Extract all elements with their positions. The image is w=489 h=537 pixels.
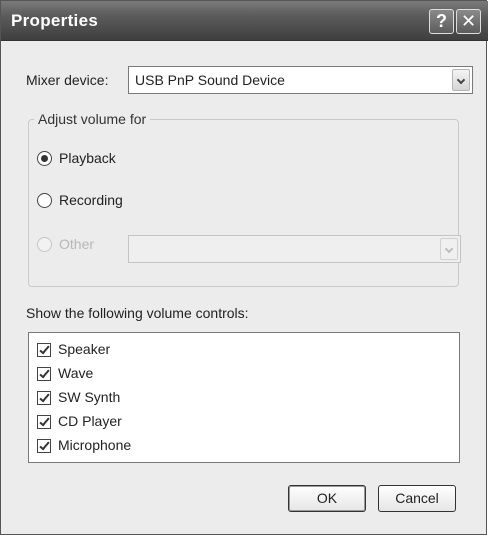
recording-label[interactable]: Recording xyxy=(59,192,123,208)
recording-radio[interactable] xyxy=(37,193,52,208)
speaker-checkbox[interactable] xyxy=(37,343,51,357)
playback-label[interactable]: Playback xyxy=(59,150,116,166)
close-button[interactable]: ✕ xyxy=(456,9,481,34)
cd-player-checkbox[interactable] xyxy=(37,415,51,429)
close-icon: ✕ xyxy=(460,11,477,31)
mixer-device-select[interactable]: USB PnP Sound Device xyxy=(128,66,473,94)
volume-controls-label: Show the following volume controls: xyxy=(26,305,249,321)
volume-controls-list[interactable]: Speaker Wave SW Synth CD Player Micropho… xyxy=(28,332,460,463)
ok-button[interactable]: OK xyxy=(288,485,366,512)
other-label: Other xyxy=(59,236,95,252)
title-bar[interactable]: Properties ? ✕ xyxy=(1,1,488,41)
wave-label[interactable]: Wave xyxy=(58,365,93,381)
properties-dialog: Properties ? ✕ Mixer device: USB PnP Sou… xyxy=(0,0,488,535)
chevron-down-icon[interactable] xyxy=(452,69,470,91)
mixer-device-value: USB PnP Sound Device xyxy=(135,72,285,88)
playback-radio[interactable] xyxy=(37,151,52,166)
microphone-label[interactable]: Microphone xyxy=(58,437,131,453)
adjust-volume-legend: Adjust volume for xyxy=(34,111,151,127)
other-device-select[interactable] xyxy=(128,235,461,263)
help-button[interactable]: ? xyxy=(429,9,454,34)
window-title: Properties xyxy=(11,11,99,30)
sw-synth-checkbox[interactable] xyxy=(37,391,51,405)
speaker-label[interactable]: Speaker xyxy=(58,341,110,357)
mixer-device-label: Mixer device: xyxy=(26,72,109,88)
cd-player-label[interactable]: CD Player xyxy=(58,413,122,429)
other-radio[interactable] xyxy=(37,237,52,252)
chevron-down-icon[interactable] xyxy=(440,238,458,260)
wave-checkbox[interactable] xyxy=(37,367,51,381)
microphone-checkbox[interactable] xyxy=(37,439,51,453)
sw-synth-label[interactable]: SW Synth xyxy=(58,389,120,405)
cancel-button[interactable]: Cancel xyxy=(378,485,456,512)
help-icon: ? xyxy=(436,11,447,31)
